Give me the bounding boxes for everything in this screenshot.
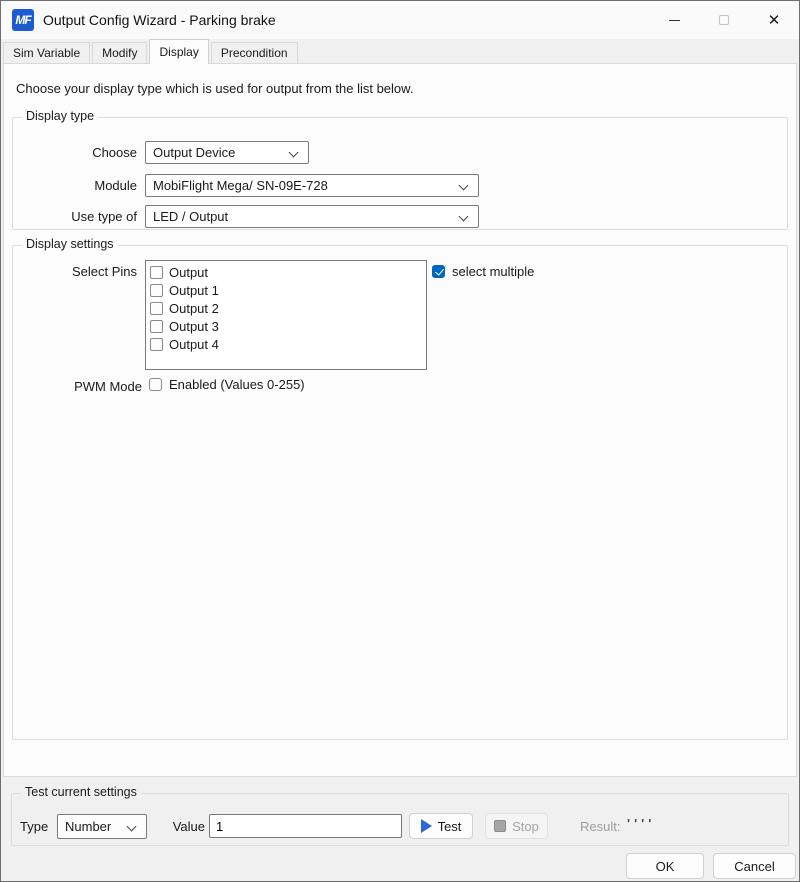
- select-multiple-checkbox[interactable]: select multiple: [432, 264, 534, 279]
- pwm-mode-checkbox-label: Enabled (Values 0-255): [169, 377, 305, 392]
- checkbox-icon[interactable]: [150, 320, 163, 333]
- window-controls: ✕: [649, 1, 799, 39]
- tab-modify[interactable]: Modify: [92, 42, 147, 63]
- chevron-down-icon: [289, 148, 299, 158]
- pin-label: Output 4: [169, 337, 219, 352]
- type-combobox[interactable]: Number: [57, 814, 147, 839]
- value-input[interactable]: [209, 814, 402, 838]
- result-value: '''': [627, 816, 655, 831]
- tab-display[interactable]: Display: [149, 39, 208, 64]
- titlebar: MF Output Config Wizard - Parking brake …: [1, 1, 799, 39]
- checkbox-icon[interactable]: [149, 378, 162, 391]
- pin-list-item[interactable]: Output: [149, 263, 426, 281]
- checkbox-icon[interactable]: [150, 266, 163, 279]
- pwm-mode-checkbox[interactable]: Enabled (Values 0-255): [149, 377, 305, 392]
- tab-precondition[interactable]: Precondition: [211, 42, 298, 63]
- chevron-down-icon: [127, 822, 137, 832]
- tab-sim-variable[interactable]: Sim Variable: [3, 42, 90, 63]
- pin-list-item[interactable]: Output 1: [149, 281, 426, 299]
- chevron-down-icon: [459, 181, 469, 191]
- module-combobox[interactable]: MobiFlight Mega/ SN-09E-728: [145, 174, 479, 197]
- stop-button: Stop: [485, 813, 548, 839]
- maximize-icon: [719, 15, 729, 25]
- type-value: Number: [65, 819, 111, 834]
- use-type-of-value: LED / Output: [153, 209, 228, 224]
- pins-listbox[interactable]: Output Output 1 Output 2 Output 3 Output…: [145, 260, 427, 370]
- choose-value: Output Device: [153, 145, 235, 160]
- test-button-label: Test: [438, 819, 462, 834]
- pwm-mode-label: PWM Mode: [12, 379, 142, 394]
- choose-combobox[interactable]: Output Device: [145, 141, 309, 164]
- minimize-button[interactable]: [649, 1, 699, 39]
- select-pins-label: Select Pins: [12, 264, 137, 279]
- checkbox-icon[interactable]: [150, 284, 163, 297]
- close-button[interactable]: ✕: [749, 1, 799, 39]
- stop-icon: [494, 820, 506, 832]
- stop-button-label: Stop: [512, 819, 539, 834]
- use-type-of-combobox[interactable]: LED / Output: [145, 205, 479, 228]
- ok-button[interactable]: OK: [626, 853, 704, 879]
- cancel-button[interactable]: Cancel: [713, 853, 796, 879]
- pin-label: Output 3: [169, 319, 219, 334]
- pin-list-item[interactable]: Output 3: [149, 317, 426, 335]
- test-settings-groupbox: Test current settings Type Number Value …: [11, 793, 789, 846]
- output-config-wizard-window: MF Output Config Wizard - Parking brake …: [0, 0, 800, 882]
- test-button[interactable]: Test: [409, 813, 473, 839]
- checkbox-checked-icon[interactable]: [432, 265, 445, 278]
- select-multiple-label: select multiple: [452, 264, 534, 279]
- value-label: Value: [165, 819, 205, 834]
- pin-list-item[interactable]: Output 4: [149, 335, 426, 353]
- pin-label: Output: [169, 265, 208, 280]
- checkbox-icon[interactable]: [150, 338, 163, 351]
- use-type-of-label: Use type of: [12, 209, 137, 224]
- pin-label: Output 2: [169, 301, 219, 316]
- choose-label: Choose: [12, 145, 137, 160]
- instruction-text: Choose your display type which is used f…: [16, 81, 413, 96]
- result-label: Result:: [580, 819, 620, 834]
- close-icon: ✕: [768, 13, 781, 28]
- test-settings-legend: Test current settings: [21, 785, 141, 799]
- type-label: Type: [20, 819, 50, 834]
- display-tab-page: Choose your display type which is used f…: [3, 63, 797, 777]
- pin-label: Output 1: [169, 283, 219, 298]
- display-settings-legend: Display settings: [22, 237, 118, 251]
- chevron-down-icon: [459, 212, 469, 222]
- checkbox-icon[interactable]: [150, 302, 163, 315]
- tab-strip: Sim Variable Modify Display Precondition: [3, 39, 300, 63]
- window-title: Output Config Wizard - Parking brake: [43, 12, 276, 28]
- play-icon: [421, 819, 432, 833]
- module-label: Module: [12, 178, 137, 193]
- module-value: MobiFlight Mega/ SN-09E-728: [153, 178, 328, 193]
- maximize-button: [699, 1, 749, 39]
- pin-list-item[interactable]: Output 2: [149, 299, 426, 317]
- minimize-icon: [669, 20, 680, 21]
- display-type-legend: Display type: [22, 109, 98, 123]
- mobiflight-logo-icon: MF: [12, 9, 34, 31]
